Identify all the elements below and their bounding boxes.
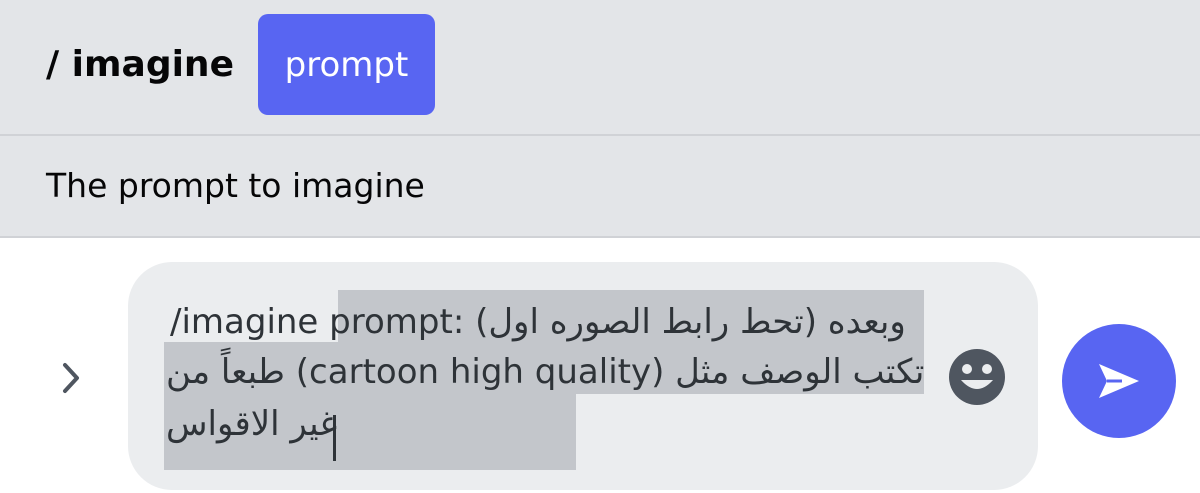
send-arrow-icon xyxy=(1099,364,1139,398)
slash-command-text: /imagine xyxy=(170,302,319,342)
message-composer: /imagine prompt: (تحط رابط الصوره اول) و… xyxy=(0,238,1200,493)
text-caret xyxy=(333,415,336,461)
input-line-2: طبعاً من (cartoon high quality) تكتب الو… xyxy=(166,352,925,392)
input-line-3: غير الاقواس xyxy=(166,404,338,444)
send-button[interactable] xyxy=(1062,324,1176,438)
prompt-option-chip[interactable]: prompt xyxy=(258,14,435,115)
message-input[interactable]: /imagine prompt: (تحط رابط الصوره اول) و… xyxy=(128,262,1038,490)
chevron-right-icon xyxy=(63,363,79,393)
command-name: / imagine xyxy=(46,44,234,85)
option-description-bar: The prompt to imagine xyxy=(0,136,1200,238)
emoji-button[interactable] xyxy=(946,346,1008,408)
expand-button[interactable] xyxy=(54,358,88,398)
option-description: The prompt to imagine xyxy=(46,166,425,205)
slash-command-header: / imagine prompt xyxy=(0,0,1200,136)
prompt-text: prompt: (تحط رابط الصوره اول) وبعده xyxy=(318,302,906,342)
input-line-1: /imagine prompt: (تحط رابط الصوره اول) و… xyxy=(170,296,906,348)
smiling-face-icon xyxy=(949,349,1005,405)
